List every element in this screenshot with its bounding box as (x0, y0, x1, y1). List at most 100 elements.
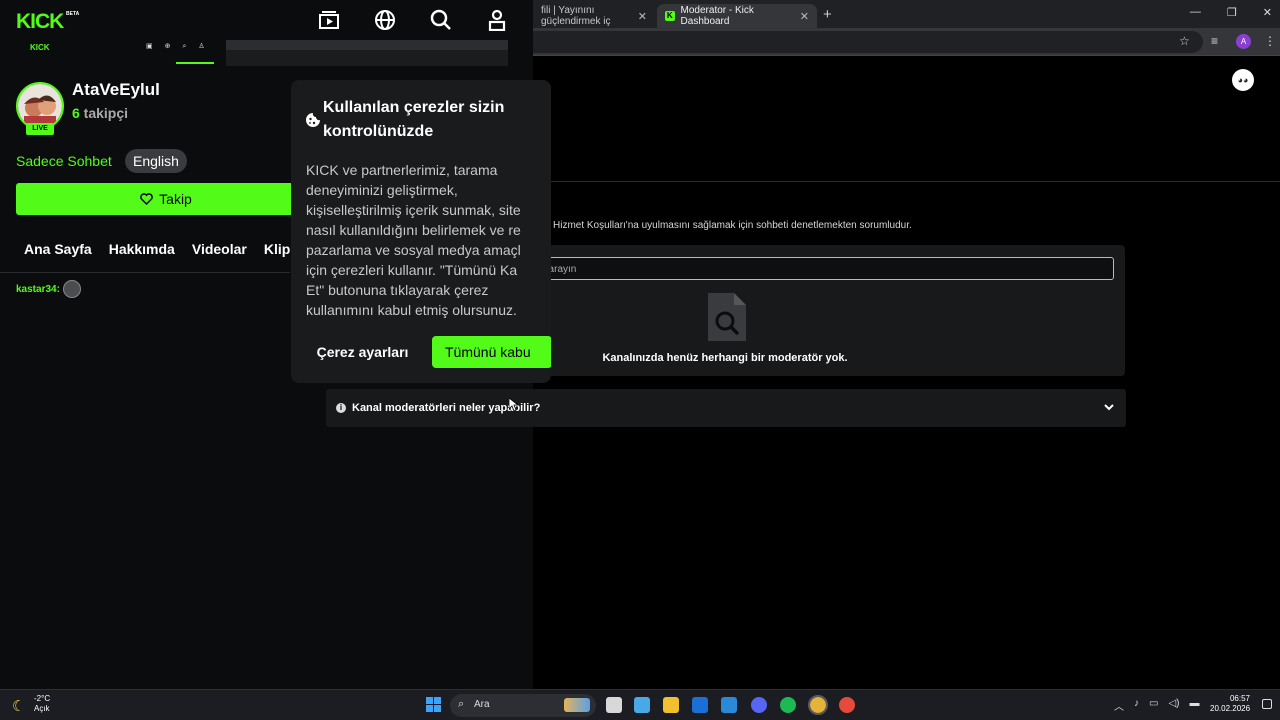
beta-label: BETA (66, 11, 80, 17)
follower-count: 6 takipçi (72, 105, 128, 121)
screen: fili | Yayınını güçlendirmek iç ✕ K Mode… (0, 0, 1280, 720)
info-icon: i (336, 403, 346, 413)
close-window-button[interactable]: ✕ (1263, 6, 1272, 19)
moderator-info-accordion[interactable]: i Kanal moderatörleri neler yapabilir? (326, 389, 1126, 427)
channel-name: AtaVeEylul (72, 80, 160, 99)
network-icon[interactable]: ▭ (1149, 698, 1158, 713)
tab-home[interactable]: Ana Sayfa (24, 241, 92, 257)
tab-bar: fili | Yayınını güçlendirmek iç ✕ K Mode… (533, 0, 1280, 28)
maximize-button[interactable]: ❐ (1227, 6, 1237, 19)
emote-icon (62, 280, 81, 298)
search-icon: ⌕ (458, 698, 465, 710)
notification-icon[interactable] (1262, 699, 1272, 709)
taskbar: ☾ -2°C Açık ⌕ Ara ︿ ♪ ▭ ◁) ▬ 06:57 20.02… (0, 689, 1280, 720)
user-icon[interactable] (486, 9, 508, 31)
moderator-search-input[interactable]: ni arayın (533, 257, 1114, 280)
cookie-icon (306, 113, 320, 127)
search-highlight-image (564, 698, 590, 712)
bookmark-star-icon[interactable]: ☆ (1179, 34, 1190, 48)
tab-about[interactable]: Hakkımda (109, 241, 175, 257)
empty-state-text: Kanalınızda henüz herhangi bir moderatör… (602, 352, 848, 364)
clock[interactable]: 06:57 20.02.2026 (1210, 694, 1250, 714)
follower-number: 6 (72, 105, 80, 121)
kick-favicon-icon: K (665, 11, 675, 21)
kick-mobile-view: KICK BETA KICK ▣⊕⌕♙ LIVE AtaVeEylul 6 ta… (0, 0, 551, 689)
app-icon[interactable] (839, 697, 855, 713)
window-controls: — ❐ ✕ (1190, 6, 1272, 19)
taskbar-search[interactable]: ⌕ Ara (450, 694, 596, 717)
tab-title: Moderator - Kick Dashboard (680, 5, 754, 27)
weather-widget[interactable]: -2°C Açık (34, 694, 50, 714)
user-avatar[interactable]: ◕◕ (1232, 69, 1254, 91)
globe-icon[interactable] (374, 9, 396, 31)
start-tile (426, 705, 433, 712)
menu-icon[interactable]: ⋮ (1264, 34, 1276, 48)
volume-icon[interactable]: ◁) (1168, 698, 1179, 713)
start-tile (434, 697, 441, 704)
chat-username[interactable]: kastar34: (16, 284, 60, 295)
weather-temp: -2°C (34, 694, 51, 703)
divider (0, 272, 290, 273)
outlook-icon[interactable] (692, 697, 708, 713)
kick-header: KICK BETA (0, 0, 533, 40)
mouse-cursor-icon (509, 398, 519, 412)
cookie-body: KICK ve partnerlerimiz, tarama deneyimin… (306, 162, 521, 318)
live-badge: LIVE (26, 123, 54, 135)
battery-icon[interactable]: ▬ (1189, 698, 1199, 713)
chevron-up-icon[interactable]: ︿ (1114, 698, 1124, 713)
start-tile (434, 705, 441, 712)
browse-icon[interactable] (318, 9, 340, 31)
media-icon[interactable]: ≡ (1211, 34, 1218, 48)
moderator-panel: ni arayın Kanalınızda henüz herhangi bir… (533, 245, 1125, 376)
minimize-button[interactable]: — (1190, 6, 1201, 19)
tab-videos[interactable]: Videolar (192, 241, 247, 257)
address-field[interactable] (533, 31, 1203, 53)
channel-nav: Ana Sayfa Hakkımda Videolar Klip (24, 241, 290, 257)
chat-mode-label: Sadece Sohbet (16, 153, 112, 169)
avatar-image (18, 84, 62, 128)
clock-date: 20.02.2026 (1210, 704, 1251, 713)
mini-screen-preview: KICK ▣⊕⌕♙ (16, 40, 508, 66)
start-button[interactable] (426, 697, 441, 712)
weather-desc: Açık (34, 704, 50, 713)
mini-tab-strip (226, 40, 508, 50)
close-icon[interactable]: ✕ (800, 10, 809, 23)
divider (533, 181, 1280, 182)
follow-label: Takip (159, 191, 192, 207)
task-view-icon[interactable] (606, 697, 622, 713)
clock-time: 06:57 (1229, 694, 1250, 703)
close-icon[interactable]: ✕ (638, 10, 647, 23)
follower-label: takipçi (79, 105, 129, 121)
language-tag[interactable]: English (125, 149, 187, 173)
moon-weather-icon[interactable]: ☾ (12, 697, 25, 715)
file-explorer-icon[interactable] (663, 697, 679, 713)
system-tray: ︿ ♪ ▭ ◁) ▬ (1114, 698, 1199, 713)
tab-title: fili | Yayınını güçlendirmek iç (541, 5, 611, 27)
empty-search-document-icon (708, 293, 746, 341)
profile-avatar[interactable]: A (1236, 34, 1251, 49)
chevron-down-icon[interactable] (1102, 400, 1116, 414)
tab-moderator[interactable]: K Moderator - Kick Dashboard ✕ (657, 4, 817, 28)
mini-icons: ▣⊕⌕♙ (146, 43, 217, 50)
store-icon[interactable] (721, 697, 737, 713)
widgets-icon[interactable] (634, 697, 650, 713)
discord-icon[interactable] (751, 697, 767, 713)
mini-preview-left: KICK ▣⊕⌕♙ (16, 40, 226, 66)
cookie-settings-button[interactable]: Çerez ayarları (306, 337, 419, 367)
toolbar (533, 28, 1280, 56)
new-tab-button[interactable]: + (823, 6, 832, 23)
tab-stream[interactable]: fili | Yayınını güçlendirmek iç ✕ (533, 4, 655, 28)
search-icon[interactable] (430, 9, 452, 31)
chat-message: kastar34: (16, 280, 81, 298)
chrome-icon[interactable] (808, 695, 828, 715)
mini-kick-logo: KICK (30, 43, 50, 52)
spotify-icon[interactable] (780, 697, 796, 713)
tab-clips[interactable]: Klip (264, 241, 290, 257)
follow-button[interactable]: Takip (16, 183, 316, 215)
accept-all-button[interactable]: Tümünü kabu (432, 336, 551, 368)
heart-icon (140, 193, 153, 205)
taskbar-search-label: Ara (474, 699, 490, 710)
kick-logo[interactable]: KICK (16, 10, 64, 34)
start-tile (426, 697, 433, 704)
microphone-icon[interactable]: ♪ (1134, 698, 1139, 713)
